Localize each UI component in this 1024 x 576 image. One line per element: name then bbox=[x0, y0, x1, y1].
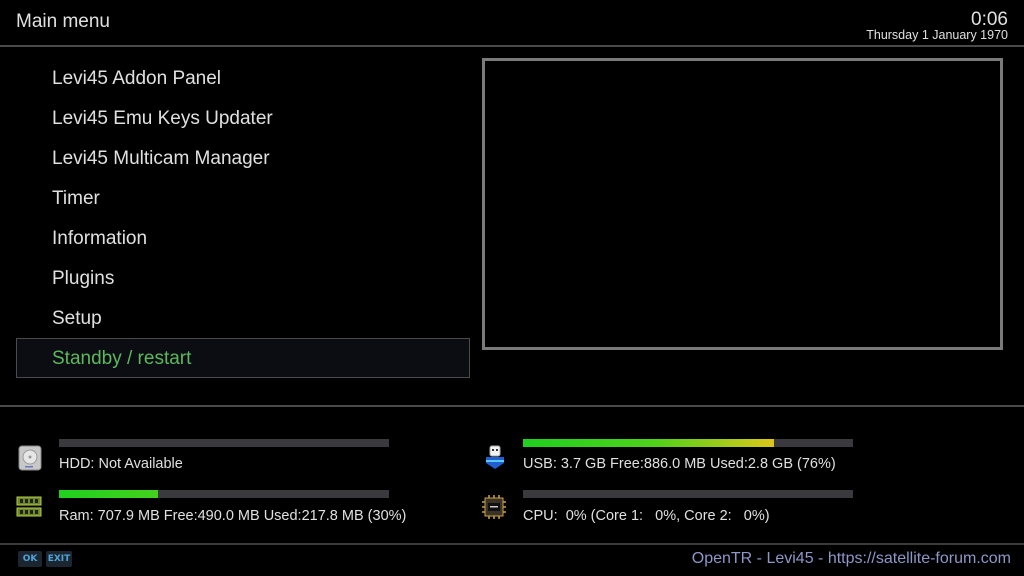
main-menu-list: Levi45 Addon Panel Levi45 Emu Keys Updat… bbox=[16, 58, 470, 378]
menu-item-setup[interactable]: Setup bbox=[16, 298, 470, 338]
header-divider bbox=[0, 45, 1024, 47]
menu-item-label: Plugins bbox=[52, 268, 115, 289]
exit-key-button[interactable]: EXIT bbox=[46, 551, 72, 567]
hdd-icon bbox=[17, 445, 43, 471]
menu-item-addon-panel[interactable]: Levi45 Addon Panel bbox=[16, 58, 470, 98]
ram-usage-fill bbox=[59, 490, 158, 498]
usb-usage-bar bbox=[523, 439, 853, 447]
menu-item-label: Levi45 Emu Keys Updater bbox=[52, 108, 273, 129]
menu-item-timer[interactable]: Timer bbox=[16, 178, 470, 218]
usb-icon bbox=[482, 445, 508, 471]
usb-status-text: USB: 3.7 GB Free:886.0 MB Used:2.8 GB (7… bbox=[523, 456, 836, 472]
menu-item-information[interactable]: Information bbox=[16, 218, 470, 258]
page-title: Main menu bbox=[16, 11, 110, 32]
menu-item-multicam-manager[interactable]: Levi45 Multicam Manager bbox=[16, 138, 470, 178]
stats-divider bbox=[0, 405, 1024, 407]
menu-item-label: Timer bbox=[52, 188, 100, 209]
hdd-status-text: HDD: Not Available bbox=[59, 456, 183, 472]
menu-item-label: Standby / restart bbox=[52, 348, 192, 369]
date: Thursday 1 January 1970 bbox=[866, 28, 1008, 42]
hdd-usage-bar bbox=[59, 439, 389, 447]
ok-key-button[interactable]: OK bbox=[18, 551, 42, 567]
preview-window bbox=[482, 58, 1003, 350]
ram-usage-bar bbox=[59, 490, 389, 498]
ram-status-text: Ram: 707.9 MB Free:490.0 MB Used:217.8 M… bbox=[59, 508, 407, 524]
footer-brand: OpenTR - Levi45 - https://satellite-foru… bbox=[691, 550, 1011, 567]
ram-icon bbox=[16, 494, 42, 520]
menu-item-label: Information bbox=[52, 228, 148, 249]
cpu-icon bbox=[481, 494, 507, 520]
menu-item-standby-restart[interactable]: Standby / restart bbox=[16, 338, 470, 378]
cpu-status-text: CPU: 0% (Core 1: 0%, Core 2: 0%) bbox=[523, 508, 770, 524]
menu-item-emu-keys-updater[interactable]: Levi45 Emu Keys Updater bbox=[16, 98, 470, 138]
menu-item-label: Setup bbox=[52, 308, 102, 329]
cpu-usage-bar bbox=[523, 490, 853, 498]
menu-item-label: Levi45 Multicam Manager bbox=[52, 148, 270, 169]
menu-item-label: Levi45 Addon Panel bbox=[52, 68, 222, 89]
footer-divider bbox=[0, 543, 1024, 545]
usb-usage-fill bbox=[523, 439, 774, 447]
menu-item-plugins[interactable]: Plugins bbox=[16, 258, 470, 298]
